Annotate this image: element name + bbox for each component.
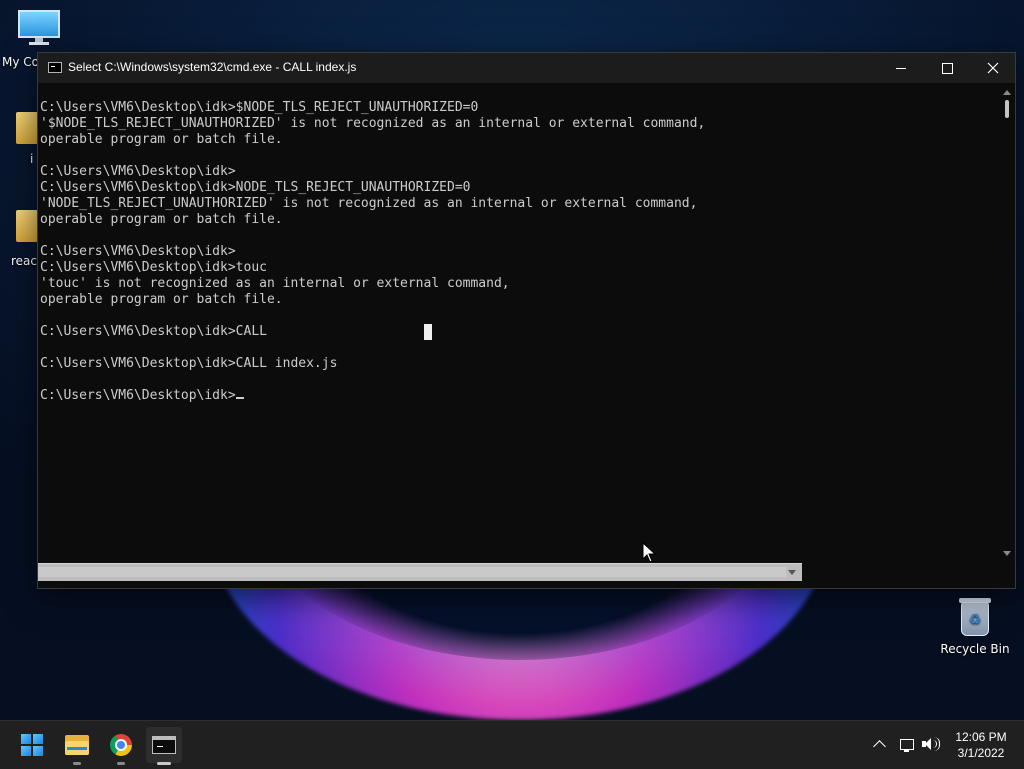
console-line-text: 'NODE_TLS_REJECT_UNAUTHORIZED' is not re… (40, 196, 698, 211)
title-bar[interactable]: Select C:\Windows\system32\cmd.exe - CAL… (38, 53, 1015, 83)
taskbar-command-prompt[interactable] (146, 727, 182, 765)
network-button[interactable] (898, 735, 916, 753)
clock[interactable]: 12:06 PM 3/1/2022 (948, 729, 1014, 761)
console-line-text: C:\Users\VM6\Desktop\idk>CALL (40, 324, 267, 339)
network-icon (900, 738, 914, 752)
folder-icon (16, 112, 38, 144)
minimize-icon (896, 67, 906, 69)
console-line-text: C:\Users\VM6\Desktop\idk> (40, 244, 236, 259)
close-icon (987, 62, 999, 74)
console-line: C:\Users\VM6\Desktop\idk>NODE_TLS_REJECT… (40, 180, 705, 196)
folder-icon (16, 210, 38, 242)
console-line-text: operable program or batch file. (40, 132, 283, 147)
terminal-icon (152, 736, 176, 754)
text-cursor (235, 397, 244, 399)
speaker-icon (922, 737, 940, 751)
console-line: operable program or batch file. (40, 132, 705, 148)
horizontal-scroll-thumb[interactable] (38, 567, 786, 577)
console-line-text: C:\Users\VM6\Desktop\idk>CALL index.js (40, 356, 338, 371)
chevron-up-icon (872, 739, 886, 753)
console-line: C:\Users\VM6\Desktop\idk>$NODE_TLS_REJEC… (40, 100, 705, 116)
console-lines: C:\Users\VM6\Desktop\idk>$NODE_TLS_REJEC… (40, 100, 705, 404)
console-line: 'NODE_TLS_REJECT_UNAUTHORIZED' is not re… (40, 196, 705, 212)
volume-button[interactable] (922, 735, 940, 753)
console-line-text: 'touc' is not recognized as an internal … (40, 276, 510, 291)
horizontal-scrollbar[interactable] (38, 563, 802, 581)
console-line: C:\Users\VM6\Desktop\idk>touc (40, 260, 705, 276)
console-line: '$NODE_TLS_REJECT_UNAUTHORIZED' is not r… (40, 116, 705, 132)
console-line-text: C:\Users\VM6\Desktop\idk>$NODE_TLS_REJEC… (40, 100, 479, 115)
console-line-text: C:\Users\VM6\Desktop\idk> (40, 388, 236, 403)
taskbar-chrome[interactable] (103, 727, 139, 765)
monitor-icon (18, 10, 60, 46)
window-title: Select C:\Windows\system32\cmd.exe - CAL… (68, 60, 357, 74)
console-line: C:\Users\VM6\Desktop\idk> (40, 164, 705, 180)
scroll-thumb[interactable] (1005, 100, 1009, 118)
chrome-icon (110, 734, 132, 756)
close-button[interactable] (970, 53, 1016, 83)
taskbar-file-explorer[interactable] (59, 727, 95, 765)
taskbar: 12:06 PM 3/1/2022 (0, 720, 1024, 769)
maximize-button[interactable] (924, 53, 970, 83)
desktop-icon-label: i (30, 152, 34, 166)
start-button[interactable] (14, 727, 50, 763)
selection-cursor (424, 324, 432, 340)
recycle-bin-label: Recycle Bin (940, 642, 1010, 656)
recycle-bin-icon: ♻ (957, 596, 993, 638)
console-line: operable program or batch file. (40, 292, 705, 308)
windows-logo-icon (21, 734, 43, 756)
show-hidden-icons-button[interactable] (870, 735, 888, 753)
chevron-down-icon[interactable] (788, 570, 796, 575)
console-line-text: C:\Users\VM6\Desktop\idk>NODE_TLS_REJECT… (40, 180, 471, 195)
console-line-text: C:\Users\VM6\Desktop\idk> (40, 164, 236, 179)
console-line: C:\Users\VM6\Desktop\idk>CALL index.js (40, 356, 705, 372)
scroll-down-icon[interactable] (1003, 551, 1011, 556)
console-line: operable program or batch file. (40, 212, 705, 228)
desktop-icon-recycle-bin[interactable]: ♻ Recycle Bin (940, 596, 1010, 656)
vertical-scrollbar[interactable] (1000, 83, 1015, 563)
console-line-text: operable program or batch file. (40, 292, 283, 307)
folder-icon (65, 735, 89, 755)
console-line-text: operable program or batch file. (40, 212, 283, 227)
console-line-text: C:\Users\VM6\Desktop\idk>touc (40, 260, 267, 275)
cmd-window[interactable]: Select C:\Windows\system32\cmd.exe - CAL… (37, 52, 1016, 589)
mouse-pointer-icon (642, 542, 657, 563)
cmd-app-icon (48, 62, 62, 73)
console-line: C:\Users\VM6\Desktop\idk>CALL (40, 324, 705, 340)
console-line-text: '$NODE_TLS_REJECT_UNAUTHORIZED' is not r… (40, 116, 706, 131)
console-line: C:\Users\VM6\Desktop\idk> (40, 244, 705, 260)
maximize-icon (941, 62, 953, 74)
console-output[interactable]: C:\Users\VM6\Desktop\idk>$NODE_TLS_REJEC… (38, 83, 1000, 563)
minimize-button[interactable] (878, 53, 924, 83)
clock-date: 3/1/2022 (957, 746, 1005, 760)
clock-time: 12:06 PM (955, 730, 1007, 744)
console-line: 'touc' is not recognized as an internal … (40, 276, 705, 292)
console-line: C:\Users\VM6\Desktop\idk> (40, 388, 705, 404)
scroll-up-icon[interactable] (1003, 90, 1011, 95)
